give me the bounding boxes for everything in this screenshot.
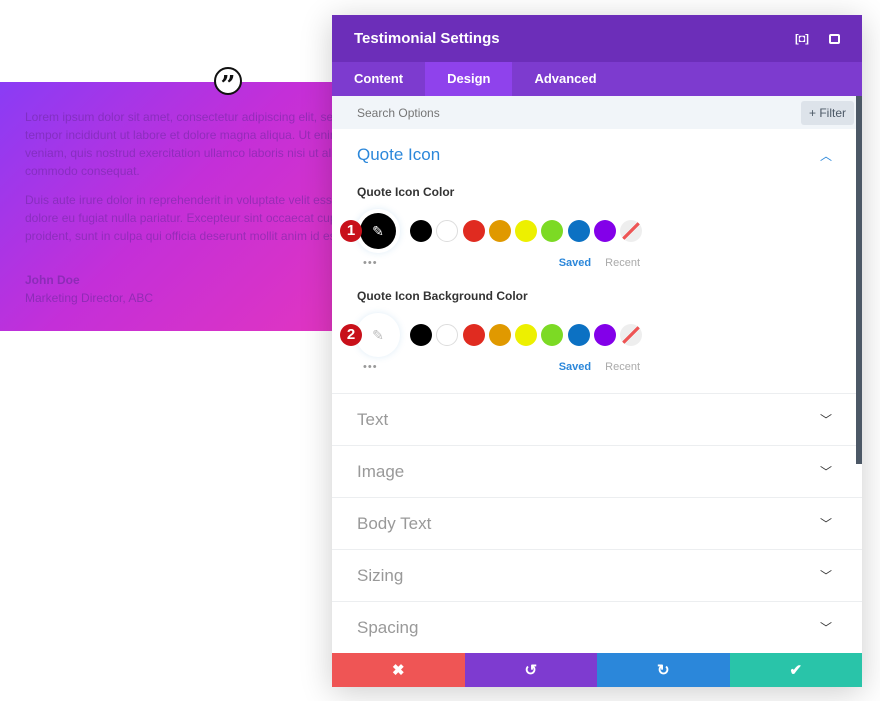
recent-tab[interactable]: Recent — [605, 257, 640, 269]
field-label: Quote Icon Color — [357, 185, 455, 199]
author-position: Marketing Director, ABC — [25, 291, 154, 305]
color-picker-row: 1 ✎ — [340, 213, 837, 249]
eyedropper-icon[interactable]: ✎ — [360, 213, 396, 249]
body-line: tempor incididunt ut labore et dolore ma… — [25, 128, 345, 142]
color-swatch[interactable] — [488, 324, 511, 346]
author-name: John Doe — [25, 273, 80, 287]
recent-tab[interactable]: Recent — [605, 361, 640, 373]
section-quote-icon: Quote Icon ︿ Quote Icon Color 1 ✎ ••• Sa… — [332, 129, 862, 373]
tab-advanced[interactable]: Advanced — [512, 62, 618, 96]
color-swatch[interactable] — [410, 324, 432, 346]
step-badge: 1 — [340, 220, 362, 242]
more-options-icon[interactable]: ••• — [357, 361, 378, 373]
section-title: Spacing — [357, 617, 419, 637]
quote-icon: ” — [214, 67, 242, 101]
section-title: Text — [357, 409, 389, 429]
save-button[interactable]: ✔ — [729, 653, 862, 687]
panel-title: Testimonial Settings — [354, 30, 500, 47]
body-line: proident, sunt in culpa qui officia dese… — [25, 229, 345, 243]
panel-footer: ✖ ↺ ↻ ✔ — [332, 653, 862, 687]
field-label: Quote Icon Background Color — [357, 289, 528, 303]
saved-tab[interactable]: Saved — [559, 361, 591, 373]
tab-design[interactable]: Design — [425, 62, 513, 96]
color-swatch[interactable] — [515, 220, 538, 242]
body-line: Duis aute irure dolor in reprehenderit i… — [25, 193, 345, 207]
panel-header: Testimonial Settings [◘] — [332, 15, 862, 62]
body-line: commodo consequat. — [25, 164, 140, 178]
tab-content[interactable]: Content — [332, 62, 425, 96]
color-swatch[interactable] — [541, 220, 564, 242]
section-toggle[interactable]: Spacing ﹀ — [332, 601, 862, 653]
redo-button[interactable]: ↻ — [597, 653, 730, 687]
body-line: Lorem ipsum dolor sit amet, consectetur … — [25, 110, 345, 124]
section-title: Sizing — [357, 565, 404, 585]
fullscreen-icon[interactable]: [◘] — [795, 33, 809, 45]
section-toggle[interactable]: Text ﹀ — [332, 393, 862, 445]
transparent-swatch[interactable] — [620, 324, 643, 346]
tab-bar: Content Design Advanced — [332, 62, 862, 96]
saved-tab[interactable]: Saved — [559, 257, 591, 269]
search-input[interactable] — [357, 105, 801, 120]
chevron-down-icon: ﹀ — [819, 413, 832, 427]
color-swatch[interactable] — [594, 220, 617, 242]
section-title: Body Text — [357, 513, 432, 533]
testimonial-module: Lorem ipsum dolor sit amet, consectetur … — [0, 82, 345, 331]
cancel-button[interactable]: ✖ — [332, 653, 465, 687]
section-title: Quote Icon — [357, 145, 441, 164]
section-title: Image — [357, 461, 405, 481]
chevron-down-icon: ﹀ — [819, 465, 832, 479]
color-swatch[interactable] — [567, 220, 590, 242]
color-swatch[interactable] — [488, 220, 511, 242]
color-swatch[interactable] — [436, 324, 459, 346]
color-swatch[interactable] — [436, 220, 459, 242]
color-picker-row: 2 ✎ — [340, 317, 837, 353]
section-toggle[interactable]: Image ﹀ — [332, 445, 862, 497]
undo-button[interactable]: ↺ — [464, 653, 597, 687]
chevron-up-icon[interactable]: ︿ — [820, 147, 832, 164]
chevron-down-icon: ﹀ — [819, 621, 832, 635]
section-toggle[interactable]: Sizing ﹀ — [332, 549, 862, 601]
testimonial-body: Lorem ipsum dolor sit amet, consectetur … — [25, 108, 345, 245]
eyedropper-icon[interactable]: ✎ — [360, 317, 396, 353]
search-bar: + Filter — [332, 96, 862, 129]
color-swatch[interactable] — [567, 324, 590, 346]
filter-button[interactable]: + Filter — [800, 100, 854, 125]
color-swatch[interactable] — [541, 324, 564, 346]
scrollbar[interactable] — [856, 96, 862, 464]
color-swatch[interactable] — [410, 220, 432, 242]
section-header[interactable]: Quote Icon ︿ — [357, 145, 837, 165]
color-swatch[interactable] — [594, 324, 617, 346]
section-toggle[interactable]: Body Text ﹀ — [332, 497, 862, 549]
chevron-down-icon: ﹀ — [819, 517, 832, 531]
more-options-icon[interactable]: ••• — [357, 257, 378, 269]
color-swatch[interactable] — [462, 220, 485, 242]
transparent-swatch[interactable] — [620, 220, 643, 242]
step-badge: 2 — [340, 324, 362, 346]
body-line: veniam, quis nostrud exercitation ullamc… — [25, 146, 345, 160]
color-swatch[interactable] — [462, 324, 485, 346]
color-swatch[interactable] — [515, 324, 538, 346]
settings-panel: Testimonial Settings [◘] Content Design … — [332, 15, 862, 687]
body-line: dolore eu fugiat nulla pariatur. Excepte… — [25, 211, 345, 225]
chevron-down-icon: ﹀ — [819, 569, 832, 583]
sidebar-toggle-icon[interactable] — [829, 33, 840, 44]
